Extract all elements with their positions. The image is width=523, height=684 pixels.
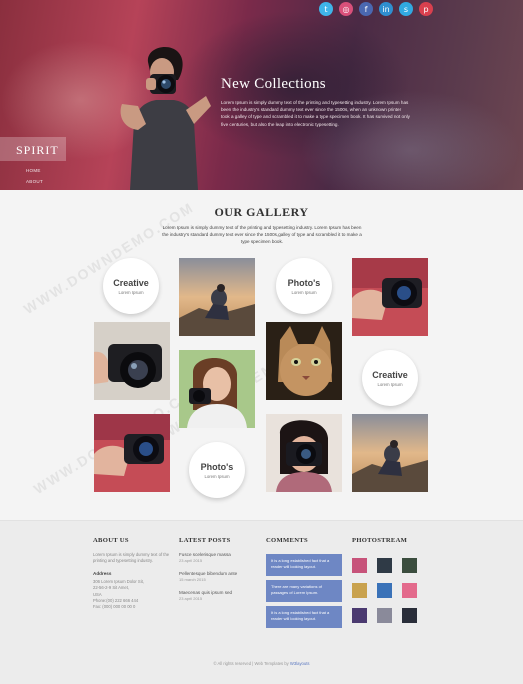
twitter-icon[interactable]: t — [319, 2, 333, 16]
address-heading: Address — [93, 570, 112, 576]
photostream-thumb[interactable] — [352, 583, 367, 598]
footer-about: ABOUT US Lorem Ipsum is simply dummy tex… — [93, 537, 171, 611]
footer-heading-about: ABOUT US — [93, 537, 129, 544]
gallery-photo-smiling-woman[interactable] — [179, 350, 255, 428]
photographer-image — [120, 47, 211, 190]
comment-box[interactable]: It is a long established fact that a rea… — [266, 606, 342, 628]
photostream-thumb[interactable] — [402, 583, 417, 598]
post-item[interactable]: Maecenas quis ipsum sed 23 april 2015 — [179, 590, 261, 601]
photostream-grid — [352, 558, 432, 623]
comment-box[interactable]: There are many variations of passages of… — [266, 580, 342, 602]
gallery-circle-photos[interactable]: Photo's Lorem Ipsum — [189, 442, 245, 498]
social-links: t ◎ f in s p — [319, 2, 433, 16]
footer-heading-photostream: PHOTOSTREAM — [352, 537, 408, 544]
gallery-title: OUR GALLERY — [214, 205, 309, 219]
gallery-photo-cat[interactable] — [266, 322, 342, 400]
hero-banner: t ◎ f in s p New Collections Lorem Ipsum… — [0, 0, 523, 190]
footer: ABOUT US Lorem Ipsum is simply dummy tex… — [0, 520, 523, 684]
photostream-thumb[interactable] — [377, 583, 392, 598]
address-block: 306 Lorem Ipsum Dolor Sit, 22-56-2-9 Sit… — [93, 578, 144, 610]
footer-photostream: PHOTOSTREAM — [352, 537, 432, 623]
about-text: Lorem Ipsum is simply dummy text of the … — [93, 552, 170, 564]
hero-title: New Collections — [221, 76, 326, 92]
copyright-text: © All rights reserved | Web Templates by — [213, 661, 289, 666]
gallery-photo-camera-hand[interactable] — [94, 414, 170, 492]
footer-comments: COMMENTS It is a long established fact t… — [266, 537, 346, 628]
footer-latest-posts: LATEST POSTS Fusce scelerisque massa 23 … — [179, 537, 261, 601]
hero-description: Lorem Ipsum is simply dummy text of the … — [221, 100, 410, 127]
nav-item-home[interactable]: HOME — [26, 168, 43, 173]
footer-heading-latest: LATEST POSTS — [179, 537, 231, 544]
skype-icon[interactable]: s — [399, 2, 413, 16]
gallery-circle-creative[interactable]: Creative Lorem Ipsum — [103, 258, 159, 314]
main-nav: HOME ABOUT — [26, 168, 43, 190]
instagram-icon[interactable]: ◎ — [339, 2, 353, 16]
photostream-thumb[interactable] — [352, 558, 367, 573]
nav-item-about[interactable]: ABOUT — [26, 179, 43, 184]
photostream-thumb[interactable] — [377, 558, 392, 573]
gallery-photo-girl-camera[interactable] — [266, 414, 342, 492]
pinterest-icon[interactable]: p — [419, 2, 433, 16]
photostream-thumb[interactable] — [402, 608, 417, 623]
site-logo[interactable]: SPIRIT — [16, 143, 66, 158]
footer-heading-comments: COMMENTS — [266, 537, 308, 544]
photostream-thumb[interactable] — [402, 558, 417, 573]
post-item[interactable]: Fusce scelerisque massa 23 april 2015 — [179, 552, 261, 563]
gallery-photo-camera-hand[interactable] — [352, 258, 428, 336]
comment-box[interactable]: It is a long established fact that a rea… — [266, 554, 342, 576]
gallery-photo-landscape[interactable] — [179, 258, 255, 336]
gallery-circle-creative[interactable]: Creative Lorem Ipsum — [362, 350, 418, 406]
post-item[interactable]: Pellentesque bibendum ante 15 march 2015 — [179, 571, 261, 582]
copyright: © All rights reserved | Web Templates by… — [0, 661, 523, 666]
linkedin-icon[interactable]: in — [379, 2, 393, 16]
gallery-description: Lorem Ipsum is simply dummy text of the … — [162, 225, 362, 244]
gallery-circle-photos[interactable]: Photo's Lorem Ipsum — [276, 258, 332, 314]
facebook-icon[interactable]: f — [359, 2, 373, 16]
photostream-thumb[interactable] — [377, 608, 392, 623]
copyright-link[interactable]: W3layouts — [290, 661, 310, 666]
gallery-photo-camera-closeup[interactable] — [94, 322, 170, 400]
photostream-thumb[interactable] — [352, 608, 367, 623]
gallery-photo-landscape[interactable] — [352, 414, 428, 492]
logo-box[interactable]: SPIRIT — [0, 137, 66, 161]
